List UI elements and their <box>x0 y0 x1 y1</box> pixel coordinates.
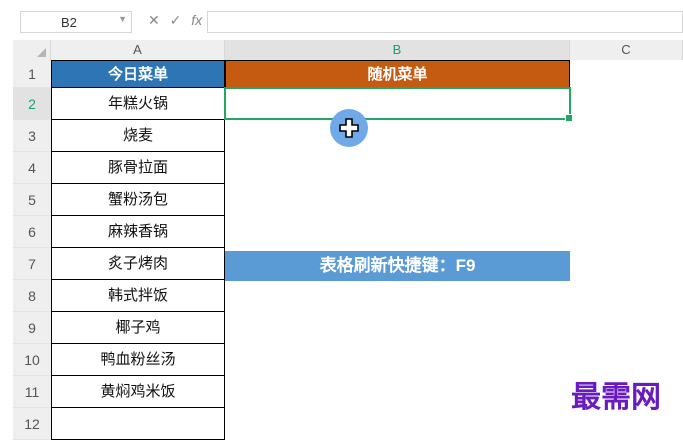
column-header-a[interactable]: A <box>51 40 225 60</box>
row-header[interactable]: 11 <box>13 376 51 408</box>
cross-cursor-icon <box>339 118 359 138</box>
formula-icons: ✕ ✓ fx <box>148 12 208 29</box>
fx-icon[interactable]: fx <box>191 12 202 28</box>
fill-handle[interactable] <box>565 114 573 122</box>
name-box[interactable]: B2 ▼ <box>20 11 132 33</box>
confirm-icon[interactable]: ✓ <box>170 12 182 28</box>
row-header[interactable]: 12 <box>13 408 51 440</box>
menu-cell[interactable]: 鸭血粉丝汤 <box>51 344 225 376</box>
menu-cell[interactable]: 烧麦 <box>51 120 225 152</box>
header-random-menu[interactable]: 随机菜单 <box>225 60 570 88</box>
formula-bar: B2 ▼ ✕ ✓ fx <box>0 0 683 40</box>
corner-triangle-icon <box>37 48 46 57</box>
row-header[interactable]: 4 <box>13 152 51 184</box>
menu-cell[interactable]: 炙子烤肉 <box>51 248 225 280</box>
menu-cell[interactable]: 豚骨拉面 <box>51 152 225 184</box>
row-header[interactable]: 5 <box>13 184 51 216</box>
menu-cell[interactable]: 黄焖鸡米饭 <box>51 376 225 408</box>
watermark: 最需网 <box>571 380 661 415</box>
shortcut-banner: 表格刷新快捷键：F9 <box>225 251 570 281</box>
menu-cell[interactable] <box>51 408 225 440</box>
cursor-highlight <box>330 109 368 147</box>
header-today-menu[interactable]: 今日菜单 <box>51 60 225 88</box>
chevron-down-icon[interactable]: ▼ <box>118 14 127 24</box>
menu-cell[interactable]: 韩式拌饭 <box>51 280 225 312</box>
row-header[interactable]: 8 <box>13 280 51 312</box>
row-header[interactable]: 10 <box>13 344 51 376</box>
formula-input[interactable] <box>207 11 683 33</box>
row-header[interactable]: 7 <box>13 248 51 280</box>
row-header[interactable]: 6 <box>13 216 51 248</box>
column-header-b[interactable]: B <box>225 40 570 60</box>
row-header[interactable]: 3 <box>13 120 51 152</box>
menu-cell[interactable]: 蟹粉汤包 <box>51 184 225 216</box>
menu-cell[interactable]: 年糕火锅 <box>51 88 225 120</box>
row-header[interactable]: 1 <box>13 60 51 88</box>
column-header-c[interactable]: C <box>570 40 683 60</box>
select-all-corner[interactable] <box>13 40 51 60</box>
selected-cell-b2[interactable] <box>224 87 573 122</box>
row-header[interactable]: 2 <box>13 88 51 120</box>
cell-reference: B2 <box>61 15 77 30</box>
cancel-icon[interactable]: ✕ <box>148 12 160 28</box>
row-header[interactable]: 9 <box>13 312 51 344</box>
menu-cell[interactable]: 麻辣香锅 <box>51 216 225 248</box>
menu-cell[interactable]: 椰子鸡 <box>51 312 225 344</box>
